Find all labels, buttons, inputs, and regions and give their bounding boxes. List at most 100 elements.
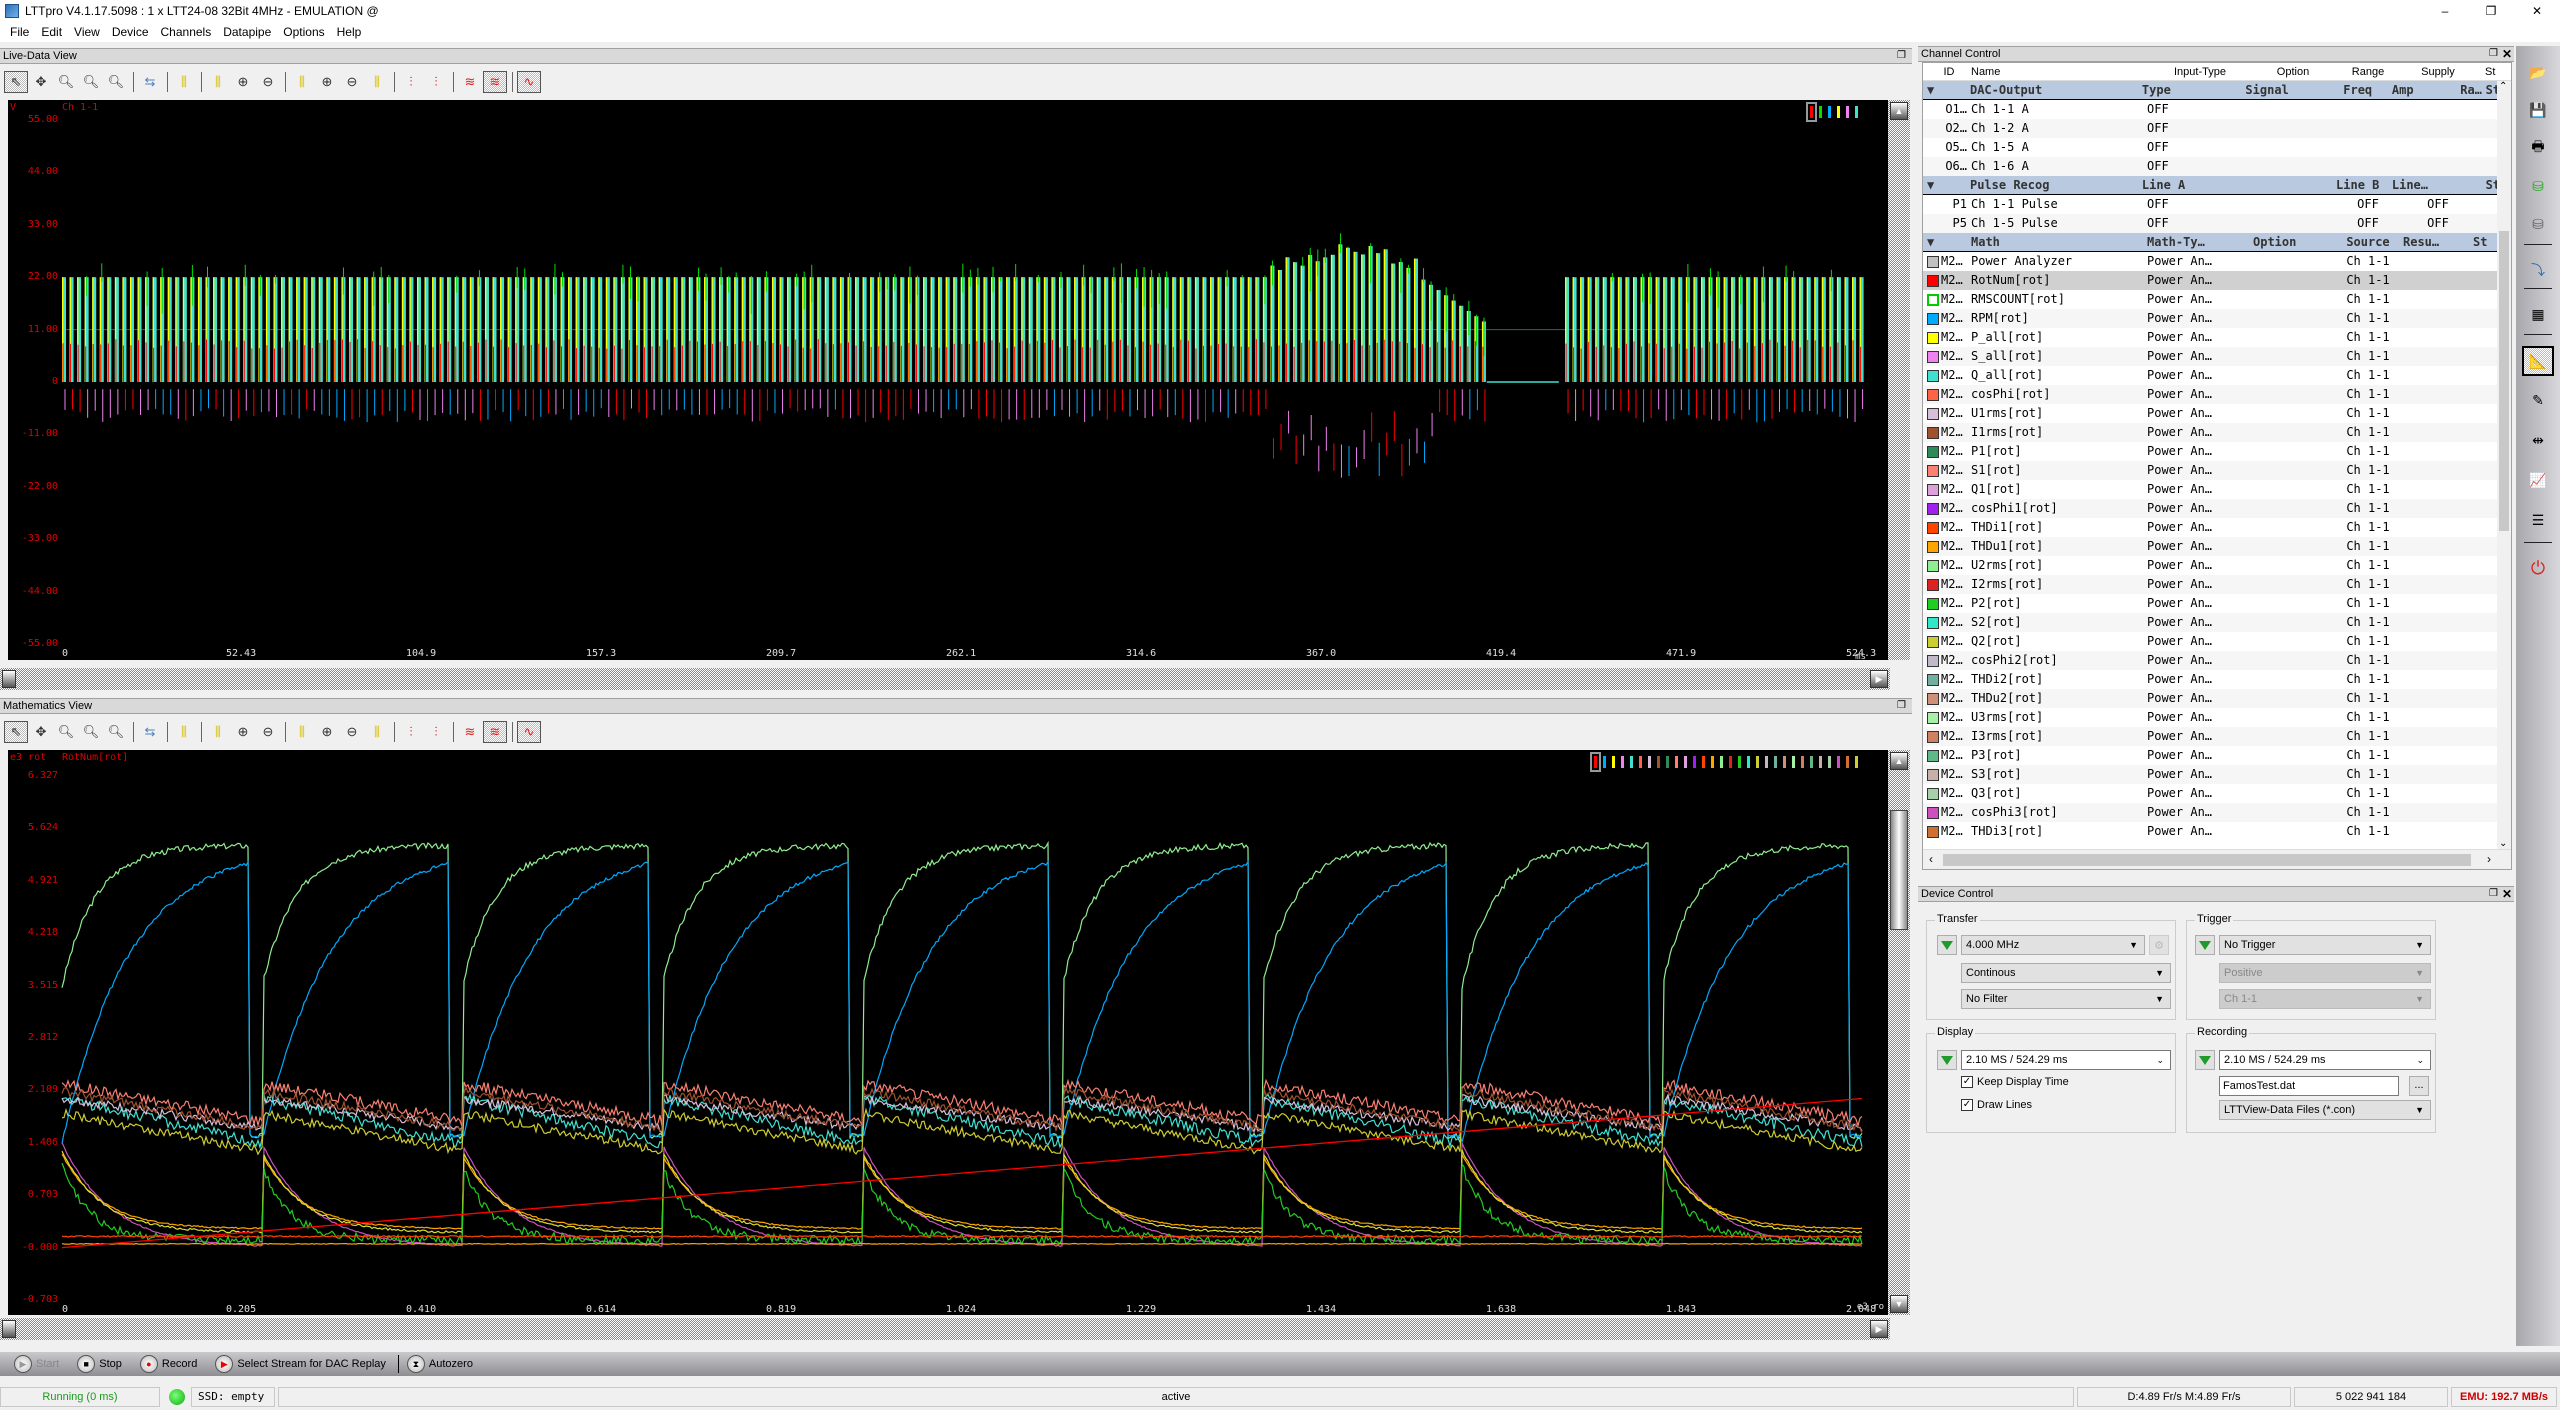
group-header-dac-output[interactable]: ▼ DAC-Output Type Signal Freq Amp Ra… St bbox=[1923, 81, 2511, 100]
recording-apply-button[interactable] bbox=[2195, 1050, 2215, 1070]
color-swatch[interactable] bbox=[1927, 730, 1939, 743]
legend-channel-marker[interactable] bbox=[1828, 106, 1831, 118]
legend-channel-marker[interactable] bbox=[1774, 756, 1777, 768]
table-row[interactable]: M2… THDi1[rot] Power An… Ch 1-1 bbox=[1923, 518, 2511, 537]
full-y-icon[interactable]: ⫼ bbox=[365, 71, 389, 93]
color-swatch[interactable] bbox=[1927, 825, 1939, 838]
legend-channel-marker[interactable] bbox=[1783, 756, 1786, 768]
legend-channel-marker[interactable] bbox=[1729, 756, 1732, 768]
legend-channel-marker[interactable] bbox=[1846, 106, 1849, 118]
table-row[interactable]: M2… RMSCOUNT[rot] Power An… Ch 1-1 bbox=[1923, 290, 2511, 309]
transfer-mode-select[interactable]: Continous ▼ bbox=[1961, 963, 2171, 983]
color-swatch[interactable] bbox=[1927, 407, 1939, 420]
legend-channel-marker[interactable] bbox=[1738, 756, 1741, 768]
legend-channel-marker[interactable] bbox=[1711, 756, 1714, 768]
draw-lines-checkbox[interactable]: ✓ Draw Lines bbox=[1961, 1099, 2032, 1111]
legend-channel-marker[interactable] bbox=[1855, 756, 1858, 768]
scroll-right-icon[interactable]: › bbox=[2487, 852, 2491, 866]
color-swatch[interactable] bbox=[1927, 255, 1939, 268]
color-swatch[interactable] bbox=[1927, 654, 1939, 667]
transfer-filter-select[interactable]: No Filter ▼ bbox=[1961, 989, 2171, 1009]
channel-table[interactable]: ID Name Input-Type Option Range Supply S… bbox=[1922, 62, 2512, 870]
trigger-apply-button[interactable] bbox=[2195, 935, 2215, 955]
table-row[interactable]: M2… P1[rot] Power An… Ch 1-1 bbox=[1923, 442, 2511, 461]
table-row[interactable]: O5… Ch 1-5 A OFF bbox=[1923, 138, 2511, 157]
table-row[interactable]: O6… Ch 1-6 A OFF bbox=[1923, 157, 2511, 176]
color-swatch[interactable] bbox=[1927, 711, 1939, 724]
legend-channel-marker[interactable] bbox=[1693, 756, 1696, 768]
select-pointer-icon[interactable]: ⇖ bbox=[4, 721, 28, 743]
legend-channel-marker[interactable] bbox=[1720, 756, 1723, 768]
zoom-x-icon[interactable]: 🔍︎ bbox=[79, 721, 103, 743]
scroll-right-icon[interactable]: ▶ bbox=[1870, 1320, 1888, 1338]
stacked-view-icon[interactable]: ≋ bbox=[458, 721, 482, 743]
recording-filetype-select[interactable]: LTTView-Data Files (*.con) ▼ bbox=[2219, 1100, 2431, 1120]
trigger-mode-select[interactable]: No Trigger ▼ bbox=[2219, 935, 2431, 955]
color-swatch[interactable] bbox=[1927, 312, 1939, 325]
calculator-icon[interactable]: ▦ bbox=[2526, 302, 2550, 326]
col-range[interactable]: Range bbox=[2333, 63, 2403, 80]
legend-channel-marker[interactable] bbox=[1621, 756, 1624, 768]
table-row[interactable]: M2… THDi3[rot] Power An… Ch 1-1 bbox=[1923, 822, 2511, 841]
open-folder-icon[interactable]: 📂 bbox=[2526, 60, 2550, 84]
legend-channel-marker[interactable] bbox=[1810, 756, 1813, 768]
fit-x-icon[interactable]: ⫼ bbox=[206, 71, 230, 93]
measure-tool-icon[interactable]: 📐 bbox=[2522, 346, 2554, 376]
split-view-icon[interactable]: ⇹ bbox=[2526, 428, 2550, 452]
table-row[interactable]: M2… P2[rot] Power An… Ch 1-1 bbox=[1923, 594, 2511, 613]
transfer-rate-select[interactable]: 4.000 MHz ▼ bbox=[1961, 935, 2145, 955]
legend-channel-marker[interactable] bbox=[1639, 756, 1642, 768]
table-row[interactable]: M2… Q_all[rot] Power An… Ch 1-1 bbox=[1923, 366, 2511, 385]
scroll-up-icon[interactable]: ▲ bbox=[1890, 752, 1908, 770]
table-horizontal-scrollbar[interactable]: ‹ › bbox=[1923, 849, 2511, 869]
collapse-arrow-icon[interactable]: ▼ bbox=[1923, 81, 1970, 99]
cursor-b-icon[interactable]: ⫶ bbox=[424, 721, 448, 743]
zoom-icon[interactable]: 🔍︎ bbox=[54, 721, 78, 743]
minimize-button[interactable]: – bbox=[2422, 0, 2468, 22]
table-row[interactable]: M2… Q2[rot] Power An… Ch 1-1 bbox=[1923, 632, 2511, 651]
reset-offset-icon[interactable]: ⇆ bbox=[138, 71, 162, 93]
table-row[interactable]: P1 Ch 1-1 Pulse OFF OFF OFF bbox=[1923, 195, 2511, 214]
table-row[interactable]: M2… THDu1[rot] Power An… Ch 1-1 bbox=[1923, 537, 2511, 556]
color-swatch[interactable] bbox=[1927, 426, 1939, 439]
pan-icon[interactable]: ✥ bbox=[29, 721, 53, 743]
save-icon[interactable]: 💾 bbox=[2526, 98, 2550, 122]
fit-y-icon[interactable]: ⫼ bbox=[290, 71, 314, 93]
legend-channel-marker[interactable] bbox=[1855, 106, 1858, 118]
live-vertical-scrollbar[interactable]: ▲ bbox=[1888, 100, 1910, 660]
overlay-view-icon[interactable]: ≋ bbox=[483, 721, 507, 743]
float-pane-icon[interactable]: ❐ bbox=[1897, 699, 1906, 713]
table-row[interactable]: M2… cosPhi1[rot] Power An… Ch 1-1 bbox=[1923, 499, 2511, 518]
color-swatch[interactable] bbox=[1927, 787, 1939, 800]
color-swatch[interactable] bbox=[1927, 578, 1939, 591]
table-row[interactable]: M2… cosPhi3[rot] Power An… Ch 1-1 bbox=[1923, 803, 2511, 822]
color-swatch[interactable] bbox=[1927, 540, 1939, 553]
scroll-left-icon[interactable] bbox=[2, 1320, 16, 1338]
legend-channel-marker[interactable] bbox=[1675, 756, 1678, 768]
color-swatch[interactable] bbox=[1927, 673, 1939, 686]
color-swatch[interactable] bbox=[1927, 483, 1939, 496]
scroll-up-icon[interactable]: ▲ bbox=[1890, 102, 1908, 120]
scroll-up-icon[interactable]: ⌃ bbox=[2499, 81, 2507, 92]
restore-button[interactable]: ❐ bbox=[2468, 0, 2514, 22]
autozero-button[interactable]: ⧗ Autozero bbox=[406, 1355, 473, 1373]
menu-channels[interactable]: Channels bbox=[155, 22, 218, 42]
reset-offset-icon[interactable]: ⇆ bbox=[138, 721, 162, 743]
zoom-y-icon[interactable]: 🔍︎ bbox=[104, 721, 128, 743]
menu-edit[interactable]: Edit bbox=[35, 22, 68, 42]
scroll-left-icon[interactable]: ‹ bbox=[1929, 852, 1933, 866]
dac-replay-button[interactable]: ▶ Select Stream for DAC Replay bbox=[215, 1355, 386, 1373]
print-icon[interactable]: 🖶 bbox=[2526, 136, 2550, 160]
fit-x-icon[interactable]: ⫼ bbox=[206, 721, 230, 743]
group-header-pulse-recog[interactable]: ▼ Pulse Recog Line A Line B Line… St bbox=[1923, 176, 2511, 195]
color-swatch[interactable] bbox=[1927, 749, 1939, 762]
zoom-out-y-icon[interactable]: ⊖ bbox=[340, 721, 364, 743]
table-row[interactable]: M2… S_all[rot] Power An… Ch 1-1 bbox=[1923, 347, 2511, 366]
color-swatch[interactable] bbox=[1927, 692, 1939, 705]
table-row[interactable]: M2… THDu2[rot] Power An… Ch 1-1 bbox=[1923, 689, 2511, 708]
zoom-out-y-icon[interactable]: ⊖ bbox=[340, 71, 364, 93]
table-row[interactable]: M2… RPM[rot] Power An… Ch 1-1 bbox=[1923, 309, 2511, 328]
signal-view-icon[interactable]: ∿ bbox=[517, 721, 541, 743]
legend-channel-marker[interactable] bbox=[1702, 756, 1705, 768]
signal-view-icon[interactable]: ∿ bbox=[517, 71, 541, 93]
